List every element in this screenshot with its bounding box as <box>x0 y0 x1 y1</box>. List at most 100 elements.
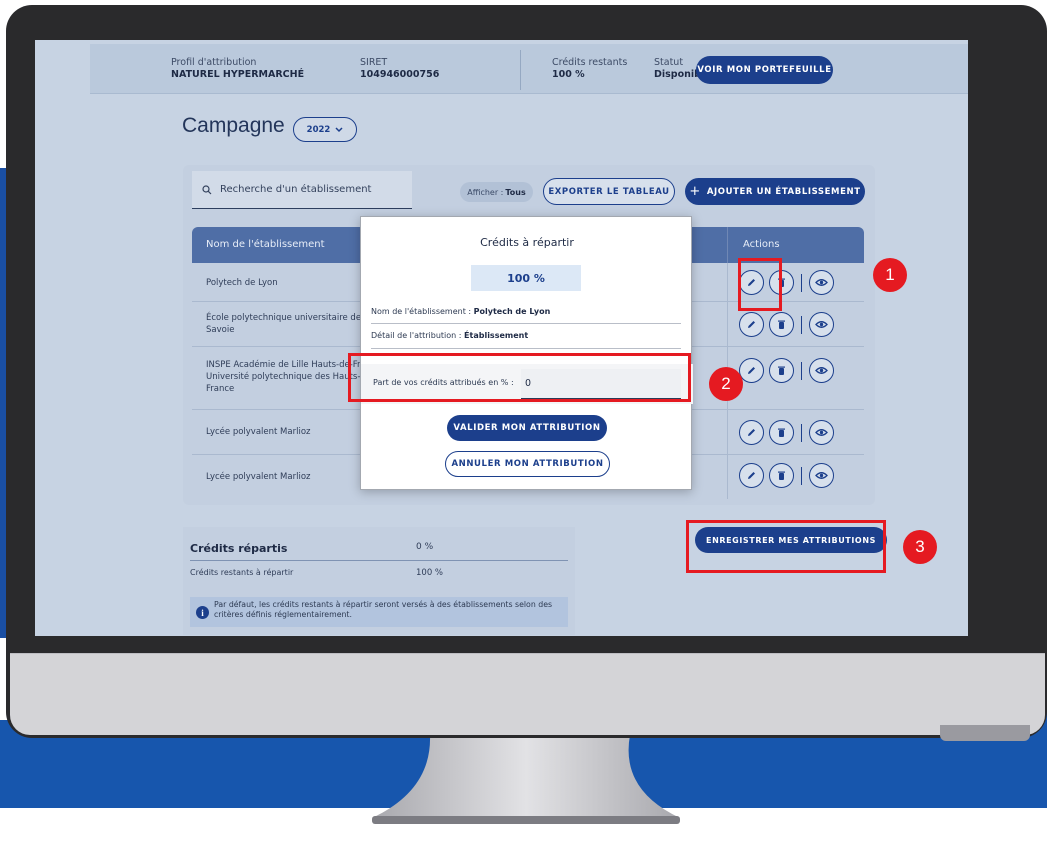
divider <box>801 423 802 442</box>
divider <box>727 410 728 454</box>
establishment-name: Polytech de Lyon <box>206 278 278 288</box>
search-icon <box>202 184 212 194</box>
info-text: Par défaut, les crédits restants à répar… <box>214 600 553 619</box>
eye-icon <box>815 429 828 436</box>
info-icon: i <box>196 606 209 619</box>
view-portfolio-button[interactable]: VOIR MON PORTEFEUILLE <box>696 56 833 84</box>
eye-icon <box>815 367 828 374</box>
divider <box>801 273 802 292</box>
delete-button[interactable] <box>769 312 794 337</box>
divider <box>520 50 521 90</box>
step-badge: 2 <box>709 367 743 401</box>
credits-value: 100 % <box>552 69 585 80</box>
row-actions <box>739 420 834 445</box>
divider <box>727 455 728 499</box>
filter-chip[interactable]: Afficher : Tous <box>460 182 533 202</box>
profil-field: Profil d'attribution NATUREL HYPERMARCHÉ <box>171 57 304 80</box>
page-title: Campagne <box>182 114 285 137</box>
edit-button[interactable] <box>739 358 764 383</box>
summary-distributed-value: 0 % <box>416 542 434 552</box>
chevron-down-icon <box>335 126 343 132</box>
credits-summary: Crédits répartis 0 % Crédits restants à … <box>183 527 575 635</box>
highlight-save-button <box>686 520 886 573</box>
credits-field: Crédits restants 100 % <box>552 57 627 80</box>
filter-label: Afficher : <box>467 187 504 197</box>
delete-button[interactable] <box>769 358 794 383</box>
divider <box>727 263 728 301</box>
credits-label: Crédits restants <box>552 57 628 68</box>
establishment-label: Nom de l'établissement : <box>371 307 472 316</box>
summary-title: Crédits répartis <box>190 542 288 555</box>
add-establishment-label: AJOUTER UN ÉTABLISSEMENT <box>706 186 861 197</box>
delete-button[interactable] <box>769 463 794 488</box>
credits-percent: 100 % <box>471 265 581 291</box>
delete-button[interactable] <box>769 420 794 445</box>
add-establishment-button[interactable]: + AJOUTER UN ÉTABLISSEMENT <box>685 178 865 205</box>
eye-icon <box>815 321 828 328</box>
edit-button[interactable] <box>739 463 764 488</box>
divider <box>801 315 802 334</box>
establishment-name: École polytechnique universitaire de Sav… <box>206 313 362 335</box>
divider <box>371 348 681 349</box>
attribution-detail: Détail de l'attribution : Établissement <box>371 331 528 340</box>
export-table-button[interactable]: EXPORTER LE TABLEAU <box>543 178 675 205</box>
step-badge: 1 <box>873 258 907 292</box>
row-actions <box>739 463 834 488</box>
view-button[interactable] <box>809 312 834 337</box>
pencil-icon <box>748 472 755 479</box>
validate-attribution-button[interactable]: VALIDER MON ATTRIBUTION <box>447 415 607 441</box>
view-button[interactable] <box>809 270 834 295</box>
monitor-chin <box>10 653 1045 735</box>
siret-value: 104946000756 <box>360 69 440 80</box>
highlight-edit-button <box>738 258 782 311</box>
pencil-icon <box>748 321 755 328</box>
divider <box>190 560 568 561</box>
search-input[interactable]: Recherche d'un établissement <box>192 171 412 209</box>
edit-button[interactable] <box>739 312 764 337</box>
attribution-profile-bar: Profil d'attribution NATUREL HYPERMARCHÉ… <box>90 44 968 94</box>
row-actions <box>739 312 834 337</box>
establishment-name: Lycée polyvalent Marlioz <box>206 472 311 482</box>
siret-label: SIRET <box>360 57 388 68</box>
profil-label: Profil d'attribution <box>171 57 257 68</box>
establishment-name: Lycée polyvalent Marlioz <box>206 427 311 437</box>
detail-label: Détail de l'attribution : <box>371 331 462 340</box>
detail-value: Établissement <box>464 331 529 340</box>
modal-title: Crédits à répartir <box>480 236 574 249</box>
pencil-icon <box>748 429 755 436</box>
trash-icon <box>778 428 785 437</box>
eye-icon <box>815 279 828 286</box>
plus-icon: + <box>689 184 701 199</box>
trash-icon <box>778 471 785 480</box>
view-button[interactable] <box>809 358 834 383</box>
column-header-actions: Actions <box>743 239 780 250</box>
divider <box>371 323 681 324</box>
view-button[interactable] <box>809 463 834 488</box>
search-placeholder: Recherche d'un établissement <box>220 184 372 195</box>
step-badge: 3 <box>903 530 937 564</box>
trash-icon <box>778 320 785 329</box>
edit-button[interactable] <box>739 420 764 445</box>
pencil-icon <box>748 367 755 374</box>
remaining-label: Crédits restants à répartir <box>190 568 294 577</box>
divider <box>801 466 802 485</box>
siret-field: SIRET 104946000756 <box>360 57 439 80</box>
trash-icon <box>778 366 785 375</box>
info-notice: i Par défaut, les crédits restants à rép… <box>190 597 568 627</box>
divider <box>727 227 728 263</box>
divider <box>727 302 728 346</box>
view-button[interactable] <box>809 420 834 445</box>
eye-icon <box>815 472 828 479</box>
profil-value: NATUREL HYPERMARCHÉ <box>171 69 305 80</box>
divider <box>801 361 802 380</box>
remaining-value: 100 % <box>416 568 444 578</box>
establishment-value: Polytech de Lyon <box>473 307 551 316</box>
filter-value: Tous <box>505 187 526 197</box>
cancel-attribution-button[interactable]: ANNULER MON ATTRIBUTION <box>445 451 610 477</box>
establishment-info: Nom de l'établissement : Polytech de Lyo… <box>371 307 550 316</box>
highlight-credit-share-input <box>348 353 691 402</box>
row-actions <box>739 358 834 383</box>
year-select[interactable]: 2022 <box>293 117 357 142</box>
monitor-foot <box>940 725 1030 741</box>
year-value: 2022 <box>306 124 331 135</box>
